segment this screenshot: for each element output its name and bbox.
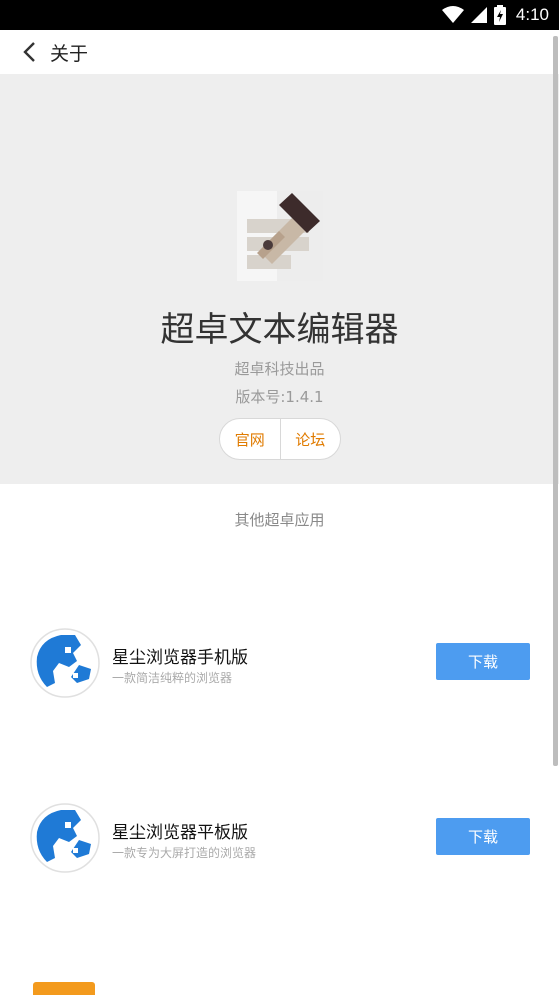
- back-button[interactable]: [14, 38, 44, 66]
- battery-charging-icon: [493, 5, 506, 25]
- app-description: 一款专为大屏打造的浏览器: [112, 846, 257, 860]
- official-site-link[interactable]: 官网: [220, 419, 280, 459]
- app-publisher: 超卓科技出品: [234, 360, 325, 378]
- app-title: 星尘浏览器平板版: [112, 823, 248, 843]
- toolbar: 关于: [0, 30, 559, 74]
- section-title: 其他超卓应用: [234, 511, 325, 529]
- app-title: 星尘浏览器手机版: [112, 648, 248, 668]
- forum-link[interactable]: 论坛: [281, 419, 341, 459]
- app-header: 超卓文本编辑器 超卓科技出品 版本号:1.4.1 官网 论坛: [0, 74, 559, 484]
- app-description: 一款简洁纯粹的浏览器: [112, 671, 233, 685]
- scrollbar[interactable]: [553, 36, 558, 766]
- wifi-icon: [441, 6, 464, 23]
- download-button[interactable]: 下载: [436, 643, 530, 680]
- stardust-browser-icon: [30, 628, 100, 698]
- status-time: 4:10: [515, 5, 549, 24]
- list-item: 星尘浏览器手机版 一款简洁纯粹的浏览器 下载: [0, 627, 552, 707]
- app-version: 版本号:1.4.1: [235, 388, 324, 406]
- chevron-left-icon: [23, 42, 35, 62]
- app-name: 超卓文本编辑器: [160, 310, 399, 350]
- text-editor-logo-icon: [237, 191, 323, 281]
- download-button[interactable]: 下载: [436, 818, 530, 855]
- status-icons: 4:10: [441, 4, 549, 26]
- list-item: 星尘浏览器平板版 一款专为大屏打造的浏览器 下载: [0, 802, 552, 882]
- stardust-browser-icon: [30, 803, 100, 873]
- signal-icon: [470, 7, 487, 23]
- folder-app-icon: [33, 982, 95, 995]
- page-title: 关于: [50, 43, 89, 65]
- status-bar: 4:10: [0, 0, 559, 30]
- links-group: 官网 论坛: [219, 418, 341, 460]
